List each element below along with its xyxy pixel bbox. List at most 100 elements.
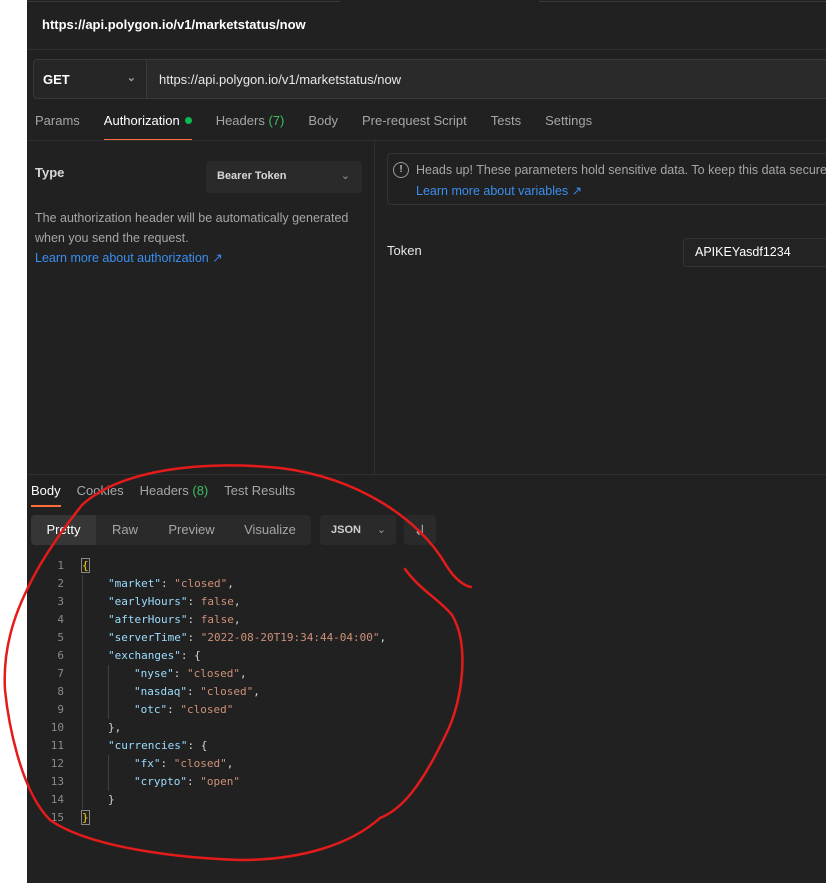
comma: , xyxy=(226,757,234,770)
brace: { xyxy=(81,558,90,573)
line-number: 11 xyxy=(50,739,64,752)
response-headers-count: (8) xyxy=(192,483,209,498)
token-input[interactable]: APIKEYasdf1234 xyxy=(683,238,826,267)
code-text: "exchanges": { xyxy=(108,647,201,665)
type-label: Type xyxy=(35,165,65,180)
line-number: 1 xyxy=(57,559,64,572)
code-text: { xyxy=(81,557,90,575)
brace: } xyxy=(81,810,90,825)
code-line: 15} xyxy=(27,809,826,827)
view-preview-button[interactable]: Preview xyxy=(154,515,229,545)
indent-guide xyxy=(108,755,109,791)
json-key: "nasdaq" xyxy=(134,685,187,698)
response-tab-test-results[interactable]: Test Results xyxy=(224,483,295,507)
indent-guide xyxy=(108,665,109,719)
response-tab-headers[interactable]: Headers (8) xyxy=(140,483,209,507)
code-line: 8 "nasdaq": "closed", xyxy=(27,683,826,701)
line-number: 5 xyxy=(57,631,64,644)
learn-more-authorization-link[interactable]: Learn more about authorization ↗ xyxy=(35,251,223,265)
colon: : xyxy=(173,667,187,680)
code-text: "market": "closed", xyxy=(108,575,234,593)
status-dot-icon xyxy=(184,117,192,124)
colon: : xyxy=(180,649,195,662)
view-pretty-button[interactable]: Pretty xyxy=(31,515,96,545)
line-number: 15 xyxy=(50,811,64,824)
line-number: 7 xyxy=(57,667,64,680)
view-mode-group: Pretty Raw Preview Visualize xyxy=(31,515,311,545)
code-line: 3 "earlyHours": false, xyxy=(27,593,826,611)
tab-params[interactable]: Params xyxy=(35,113,80,140)
indent-guide xyxy=(82,575,83,809)
code-line: 13 "crypto": "open" xyxy=(27,773,826,791)
json-key: "crypto" xyxy=(134,775,187,788)
tab-headers[interactable]: Headers (7) xyxy=(216,113,285,140)
code-line: 4 "afterHours": false, xyxy=(27,611,826,629)
json-key: "afterHours" xyxy=(108,613,188,626)
wrap-lines-icon: ↲ xyxy=(414,522,426,538)
response-body-editor[interactable]: 1 {2 "market": "closed", 3 "earlyHours": fal… xyxy=(27,557,826,827)
response-tab-cookies[interactable]: Cookies xyxy=(77,483,124,507)
code-line: 6 "exchanges": { xyxy=(27,647,826,665)
json-value: false xyxy=(200,613,234,626)
code-line: 2 "market": "closed", xyxy=(27,575,826,593)
json-value: { xyxy=(194,649,201,662)
code-line: 14} xyxy=(27,791,826,809)
tab-tests[interactable]: Tests xyxy=(491,113,521,140)
auth-description: The authorization header will be automat… xyxy=(35,211,349,265)
wrap-lines-button[interactable]: ↲ xyxy=(404,515,436,545)
response-divider[interactable] xyxy=(27,474,826,475)
url-input[interactable]: https://api.polygon.io/v1/marketstatus/n… xyxy=(147,60,401,98)
code-text: "currencies": { xyxy=(108,737,207,755)
tab-settings[interactable]: Settings xyxy=(545,113,592,140)
code-line: 5 "serverTime": "2022-08-20T19:34:44-04:0… xyxy=(27,629,826,647)
json-value: "open" xyxy=(200,775,240,788)
line-number: 4 xyxy=(57,613,64,626)
json-value: "closed" xyxy=(187,667,240,680)
json-value: "closed" xyxy=(174,577,228,590)
line-number: 6 xyxy=(57,649,64,662)
code-text: "crypto": "open" xyxy=(134,773,240,791)
tab-pre-request-script[interactable]: Pre-request Script xyxy=(362,113,467,140)
comma: , xyxy=(233,595,241,608)
info-circle-icon: ! xyxy=(393,162,409,178)
chevron-down-icon: ⌄ xyxy=(126,72,136,84)
json-value: "2022-08-20T19:34:44-04:00" xyxy=(200,631,380,644)
notice-text: Heads up! These parameters hold sensitiv… xyxy=(416,163,826,177)
response-tab-body[interactable]: Body xyxy=(31,483,61,507)
auth-params-pane: ! Heads up! These parameters hold sensit… xyxy=(375,141,826,474)
code-text: "afterHours": false, xyxy=(108,611,240,629)
colon: : xyxy=(160,577,175,590)
json-key: "earlyHours" xyxy=(108,595,188,608)
headers-count: (7) xyxy=(268,113,285,128)
json-key: "currencies" xyxy=(108,739,188,752)
colon: : xyxy=(160,757,174,770)
line-number: 13 xyxy=(50,775,64,788)
json-value: "closed" xyxy=(180,703,234,716)
chevron-down-icon: ⌄ xyxy=(376,524,386,536)
line-number: 9 xyxy=(57,703,64,716)
postman-app: https://api.polygon.io/v1/marketstatus/n… xyxy=(27,0,826,883)
url-bar: GET ⌄ https://api.polygon.io/v1/marketst… xyxy=(33,59,826,99)
request-title[interactable]: https://api.polygon.io/v1/marketstatus/n… xyxy=(42,17,306,32)
method-select[interactable]: GET ⌄ xyxy=(34,60,147,98)
comma: , xyxy=(379,631,387,644)
auth-type-select[interactable]: Bearer Token ⌄ xyxy=(206,161,362,193)
code-text: } xyxy=(108,791,115,809)
json-value: false xyxy=(200,595,234,608)
tab-authorization[interactable]: Authorization xyxy=(103,113,192,141)
json-value: { xyxy=(200,739,208,752)
format-select[interactable]: JSON ⌄ xyxy=(320,515,396,545)
line-number: 3 xyxy=(57,595,64,608)
line-number: 8 xyxy=(57,685,64,698)
learn-more-variables-link[interactable]: Learn more about variables ↗ xyxy=(416,183,582,198)
tab-strip-edge xyxy=(539,0,826,2)
brace: } xyxy=(108,793,115,806)
json-value: "closed" xyxy=(200,685,254,698)
comma: , xyxy=(253,685,260,698)
tab-body[interactable]: Body xyxy=(308,113,338,140)
code-text: "nasdaq": "closed", xyxy=(134,683,260,701)
view-raw-button[interactable]: Raw xyxy=(96,515,154,545)
auth-type-pane: Type Bearer Token ⌄ The authorization he… xyxy=(27,141,374,474)
view-visualize-button[interactable]: Visualize xyxy=(229,515,311,545)
json-key: "serverTime" xyxy=(108,631,188,644)
